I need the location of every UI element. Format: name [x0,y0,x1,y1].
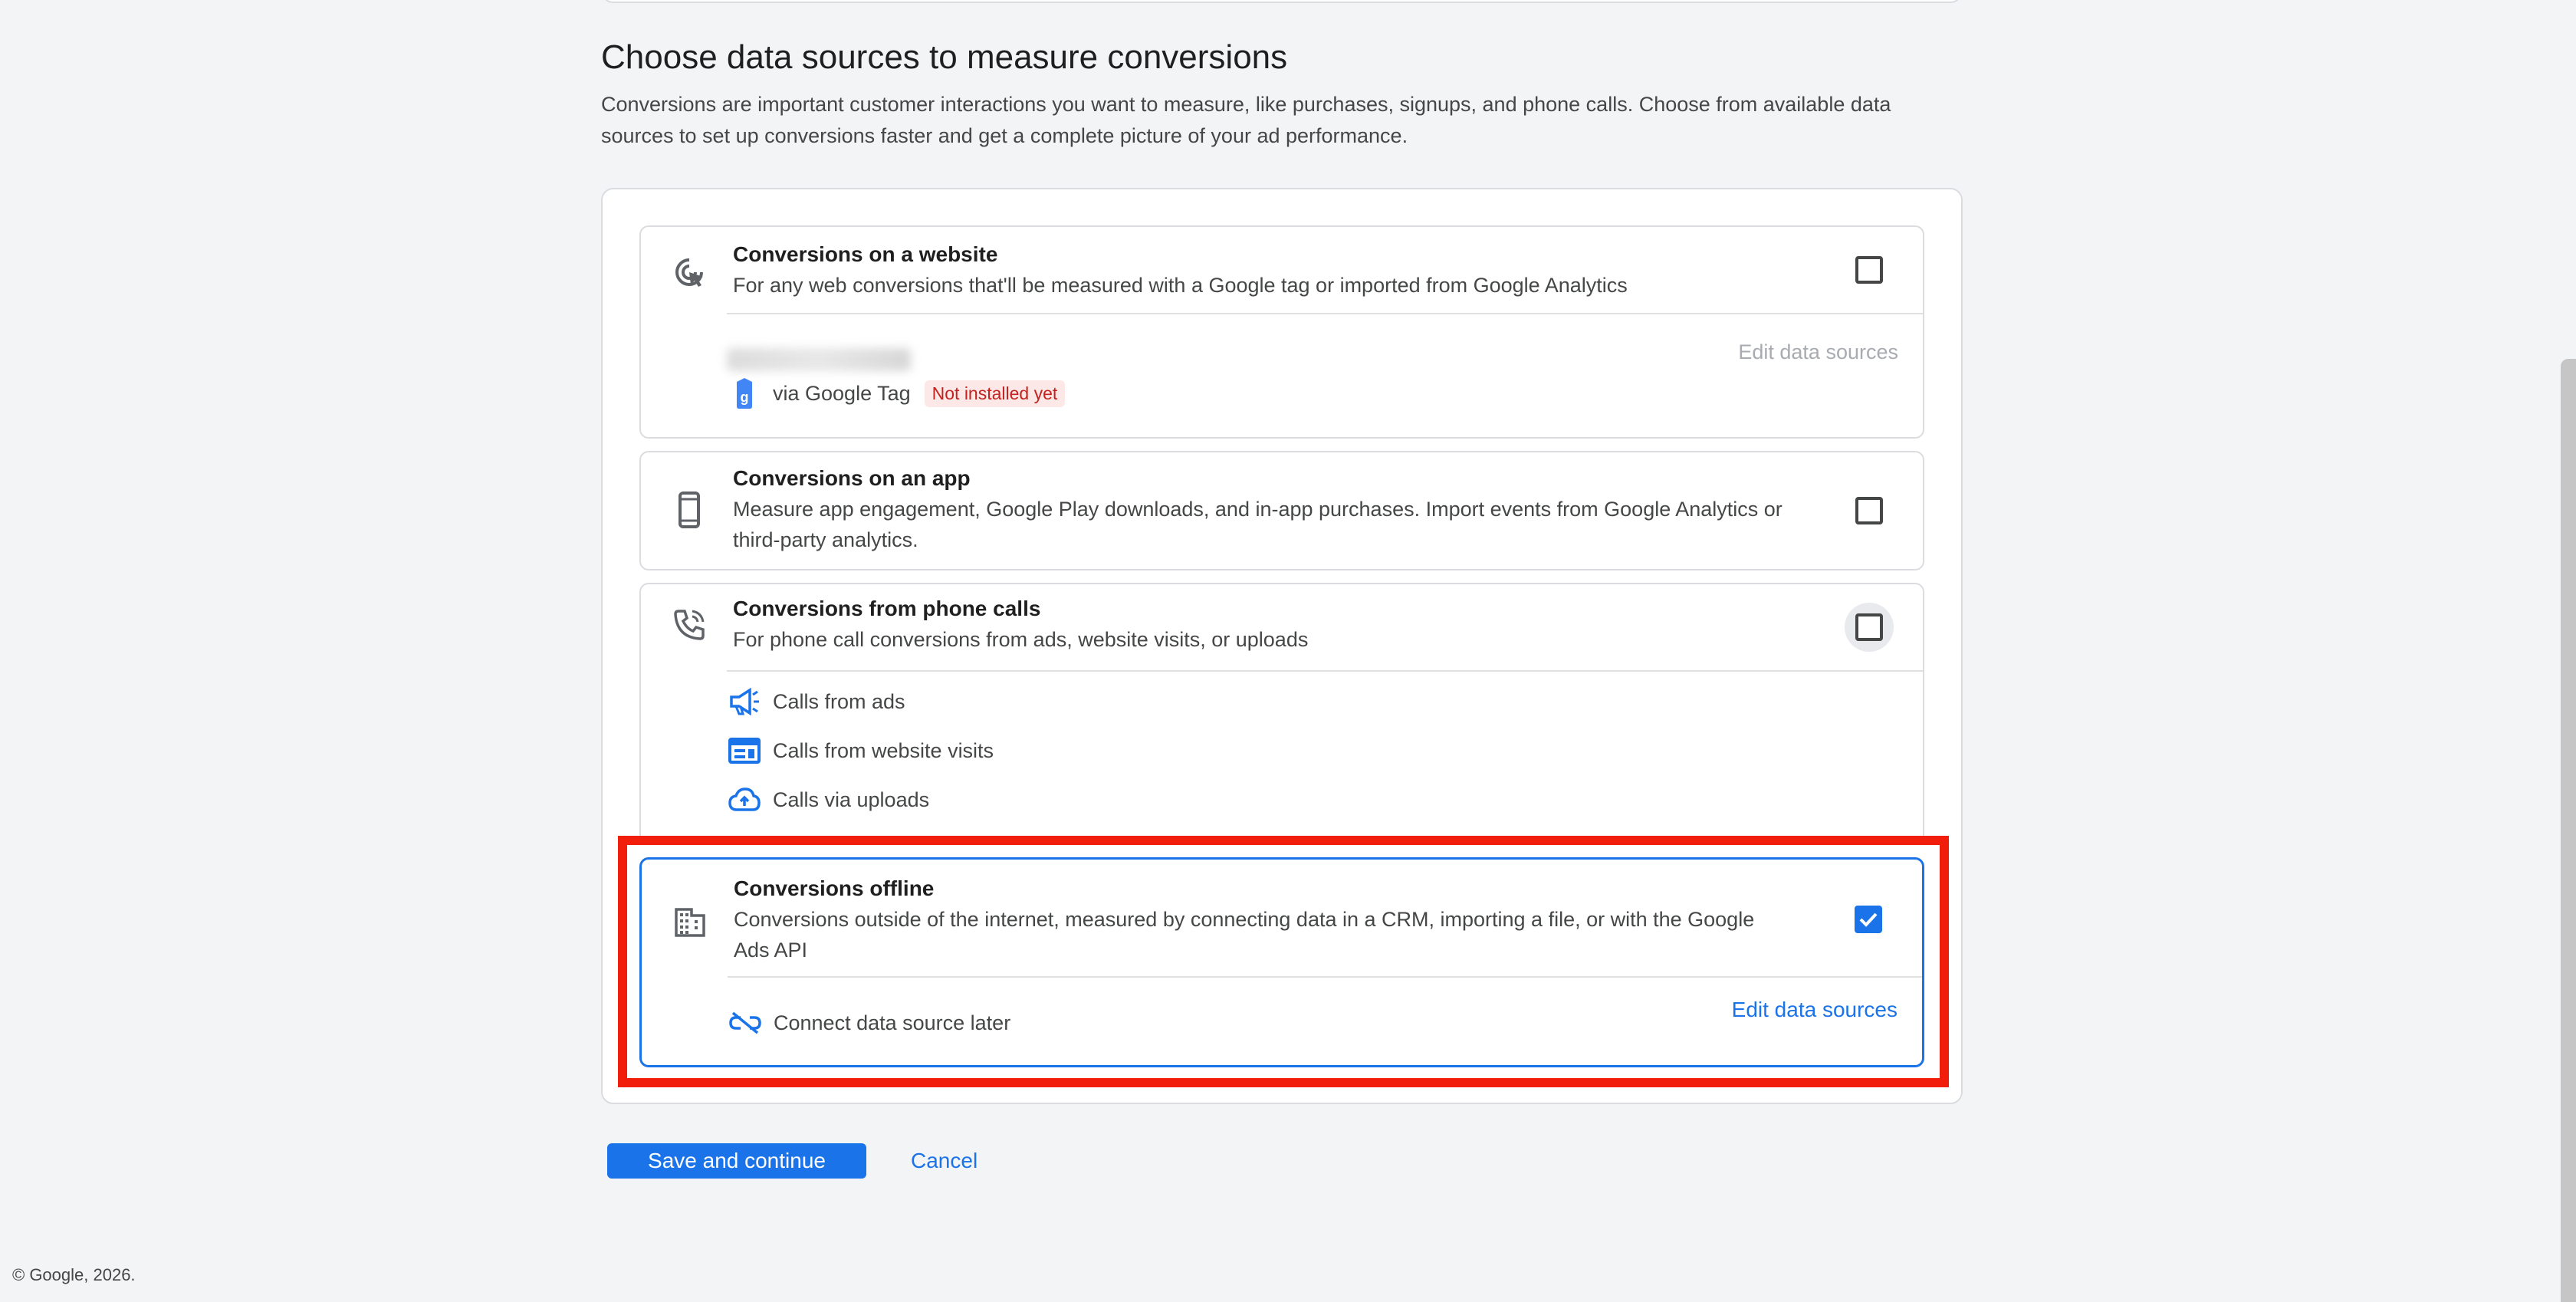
megaphone-icon [727,684,762,719]
option-app[interactable]: Conversions on an app Measure app engage… [639,451,1924,570]
redacted-domain [727,348,911,371]
option-website[interactable]: Conversions on a website For any web con… [639,225,1924,439]
status-badge: Not installed yet [924,380,1066,407]
list-item: Calls from ads [727,684,905,719]
scrollbar-thumb[interactable] [2561,359,2576,1302]
section-title: Choose data sources to measure conversio… [601,38,1288,76]
google-tag-label: via Google Tag [773,381,911,405]
option-subtitle: For any web conversions that'll be measu… [733,274,1628,297]
page-root: Choose data sources to measure conversio… [0,0,2576,1302]
smartphone-icon [670,491,708,529]
list-item: Calls via uploads [727,782,929,817]
cancel-button[interactable]: Cancel [911,1146,978,1176]
cursor-click-icon [670,253,708,291]
cloud-upload-icon [727,782,762,817]
edit-data-sources-link-disabled: Edit data sources [1738,340,1898,363]
option-title: Conversions on an app [733,466,971,490]
list-item: Calls from website visits [727,733,994,768]
option-subtitle: For phone call conversions from ads, web… [733,628,1309,651]
divider [727,313,1923,314]
highlight-annotation [618,836,1949,1087]
copyright-footer: © Google, 2026. [12,1265,136,1284]
option-subtitle: Measure app engagement, Google Play down… [733,498,1783,551]
website-checkbox[interactable] [1855,256,1883,284]
list-item-label: Calls from ads [773,689,905,713]
web-icon [727,733,762,768]
google-tag-row: g via Google Tag Not installed yet [727,376,1066,411]
list-item-label: Calls via uploads [773,787,930,811]
section-description: Conversions are important customer inter… [601,93,1891,147]
save-and-continue-button[interactable]: Save and continue [607,1143,866,1179]
phone-call-icon [670,606,708,644]
option-title: Conversions from phone calls [733,597,1041,620]
google-tag-icon: g [727,376,762,411]
option-title: Conversions on a website [733,242,998,266]
svg-text:g: g [741,390,749,405]
app-checkbox[interactable] [1855,497,1883,524]
phone-checkbox[interactable] [1855,613,1883,641]
previous-card-edge [601,0,1963,3]
list-item-label: Calls from website visits [773,738,994,762]
option-phone-calls[interactable]: Conversions from phone calls For phone c… [639,583,1924,843]
divider [727,670,1923,672]
